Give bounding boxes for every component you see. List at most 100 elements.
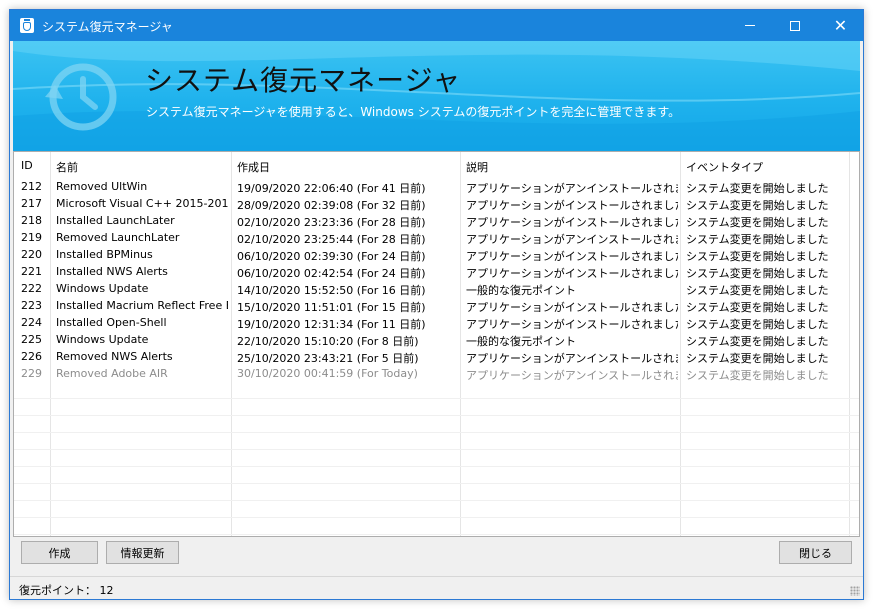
cell-id: 220 (21, 248, 42, 261)
cell-date: 28/09/2020 02:39:08 (For 32 日前) (237, 199, 426, 212)
cell-name: Removed NWS Alerts (56, 350, 173, 363)
table-row[interactable]: 224 Installed Open-Shell 19/10/2020 12:31:… (14, 314, 859, 331)
grid-line (14, 432, 859, 433)
cell-event-type: システム変更を開始しました (686, 335, 829, 348)
header-banner: システム復元マネージャ システム復元マネージャを使用すると、Windows シス… (13, 41, 860, 151)
grid-line (14, 398, 859, 399)
app-icon (20, 18, 34, 33)
cell-date: 19/10/2020 12:31:34 (For 11 日前) (237, 318, 426, 331)
table-row[interactable]: 229 Removed Adobe AIR 30/10/2020 00:41:59 … (14, 365, 859, 382)
table-row[interactable]: 218 Installed LaunchLater 02/10/2020 23:23… (14, 212, 859, 229)
cell-id: 219 (21, 231, 42, 244)
restore-point-list[interactable]: ID 名前 作成日 説明 イベントタイプ 212 Removed UltWin 19… (13, 151, 860, 537)
cell-event-type: システム変更を開始しました (686, 352, 829, 365)
cell-description: 一般的な復元ポイント (466, 335, 576, 348)
refresh-button[interactable]: 情報更新 (106, 541, 179, 564)
resize-grip-icon[interactable] (850, 586, 860, 596)
cell-name: Removed LaunchLater (56, 231, 180, 244)
cell-id: 217 (21, 197, 42, 210)
cell-description: アプリケーションがインストールされました (466, 301, 678, 314)
cell-id: 218 (21, 214, 42, 227)
cell-event-type: システム変更を開始しました (686, 267, 829, 280)
cell-event-type: システム変更を開始しました (686, 284, 829, 297)
title-bar[interactable]: システム復元マネージャ ✕ (10, 10, 863, 41)
status-bar: 復元ポイント： 12 (10, 576, 863, 599)
minimize-button[interactable] (727, 10, 772, 41)
column-header-date[interactable]: 作成日 (237, 159, 270, 175)
cell-date: 06/10/2020 02:39:30 (For 24 日前) (237, 250, 426, 263)
cell-description: アプリケーションがアンインストールされました (466, 233, 678, 246)
history-clock-icon (45, 63, 117, 131)
main-window: システム復元マネージャ ✕ システム復元マネージャ システム復元マネージャを使用… (9, 9, 864, 600)
cell-description: アプリケーションがアンインストールされました (466, 369, 678, 382)
table-row[interactable]: 220 Installed BPMinus 06/10/2020 02:39:30 … (14, 246, 859, 263)
cell-date: 15/10/2020 11:51:01 (For 15 日前) (237, 301, 426, 314)
cell-description: アプリケーションがインストールされました (466, 250, 678, 263)
cell-description: アプリケーションがアンインストールされました (466, 182, 678, 195)
cell-name: Installed Macrium Reflect Free E... (56, 299, 228, 312)
cell-date: 14/10/2020 15:52:50 (For 16 日前) (237, 284, 426, 297)
table-row[interactable]: 223 Installed Macrium Reflect Free E... 15… (14, 297, 859, 314)
table-row[interactable]: 226 Removed NWS Alerts 25/10/2020 23:43:21… (14, 348, 859, 365)
grid-line (14, 466, 859, 467)
cell-name: Removed UltWin (56, 180, 148, 193)
window-title: システム復元マネージャ (42, 20, 173, 34)
cell-date: 06/10/2020 02:42:54 (For 24 日前) (237, 267, 426, 280)
cell-id: 229 (21, 367, 42, 380)
cell-name: Microsoft Visual C++ 2015-201... (56, 197, 228, 210)
cell-date: 30/10/2020 00:41:59 (For Today) (237, 367, 418, 380)
create-button[interactable]: 作成 (21, 541, 98, 564)
cell-description: アプリケーションがインストールされました (466, 216, 678, 229)
grid-line (14, 415, 859, 416)
cell-id: 226 (21, 350, 42, 363)
cell-event-type: システム変更を開始しました (686, 301, 829, 314)
status-label: 復元ポイント： (19, 584, 96, 597)
cell-event-type: システム変更を開始しました (686, 233, 829, 246)
table-row[interactable]: 225 Windows Update 22/10/2020 15:10:20 (Fo… (14, 331, 859, 348)
cell-id: 221 (21, 265, 42, 278)
status-count: 12 (99, 584, 114, 597)
cell-id: 224 (21, 316, 42, 329)
table-row[interactable]: 221 Installed NWS Alerts 06/10/2020 02:42:… (14, 263, 859, 280)
cell-event-type: システム変更を開始しました (686, 250, 829, 263)
close-window-button[interactable]: ✕ (818, 10, 863, 41)
cell-event-type: システム変更を開始しました (686, 369, 829, 382)
close-icon: ✕ (833, 15, 848, 35)
column-header-name[interactable]: 名前 (56, 159, 78, 175)
cell-date: 22/10/2020 15:10:20 (For 8 日前) (237, 335, 419, 348)
cell-date: 25/10/2020 23:43:21 (For 5 日前) (237, 352, 419, 365)
table-row[interactable]: 219 Removed LaunchLater 02/10/2020 23:25:4… (14, 229, 859, 246)
cell-event-type: システム変更を開始しました (686, 216, 829, 229)
table-row[interactable]: 217 Microsoft Visual C++ 2015-201... 28/09… (14, 195, 859, 212)
maximize-button[interactable] (772, 10, 817, 41)
close-button[interactable]: 閉じる (779, 541, 852, 564)
cell-name: Installed Open-Shell (56, 316, 167, 329)
cell-event-type: システム変更を開始しました (686, 199, 829, 212)
cell-event-type: システム変更を開始しました (686, 318, 829, 331)
grid-line (14, 517, 859, 518)
column-header-event-type[interactable]: イベントタイプ (686, 159, 763, 175)
cell-event-type: システム変更を開始しました (686, 182, 829, 195)
cell-description: 一般的な復元ポイント (466, 284, 576, 297)
cell-description: アプリケーションがインストールされました (466, 318, 678, 331)
cell-id: 222 (21, 282, 42, 295)
grid-line (14, 449, 859, 450)
cell-description: アプリケーションがインストールされました (466, 199, 678, 212)
column-header-id[interactable]: ID (21, 159, 33, 172)
cell-id: 212 (21, 180, 42, 193)
grid-line (14, 483, 859, 484)
status-restore-point-count: 復元ポイント： 12 (19, 582, 114, 598)
maximize-icon (789, 20, 800, 31)
banner-subtitle: システム復元マネージャを使用すると、Windows システムの復元ポイントを完全… (146, 105, 681, 119)
column-header-description[interactable]: 説明 (466, 159, 488, 175)
cell-name: Windows Update (56, 282, 149, 295)
cell-date: 19/09/2020 22:06:40 (For 41 日前) (237, 182, 426, 195)
table-row[interactable]: 212 Removed UltWin 19/09/2020 22:06:40 (Fo… (14, 178, 859, 195)
cell-description: アプリケーションがアンインストールされました (466, 352, 678, 365)
grid-line (14, 500, 859, 501)
table-row[interactable]: 222 Windows Update 14/10/2020 15:52:50 (Fo… (14, 280, 859, 297)
cell-name: Installed BPMinus (56, 248, 153, 261)
cell-name: Installed LaunchLater (56, 214, 175, 227)
cell-description: アプリケーションがインストールされました (466, 267, 678, 280)
grid-line (14, 534, 859, 535)
